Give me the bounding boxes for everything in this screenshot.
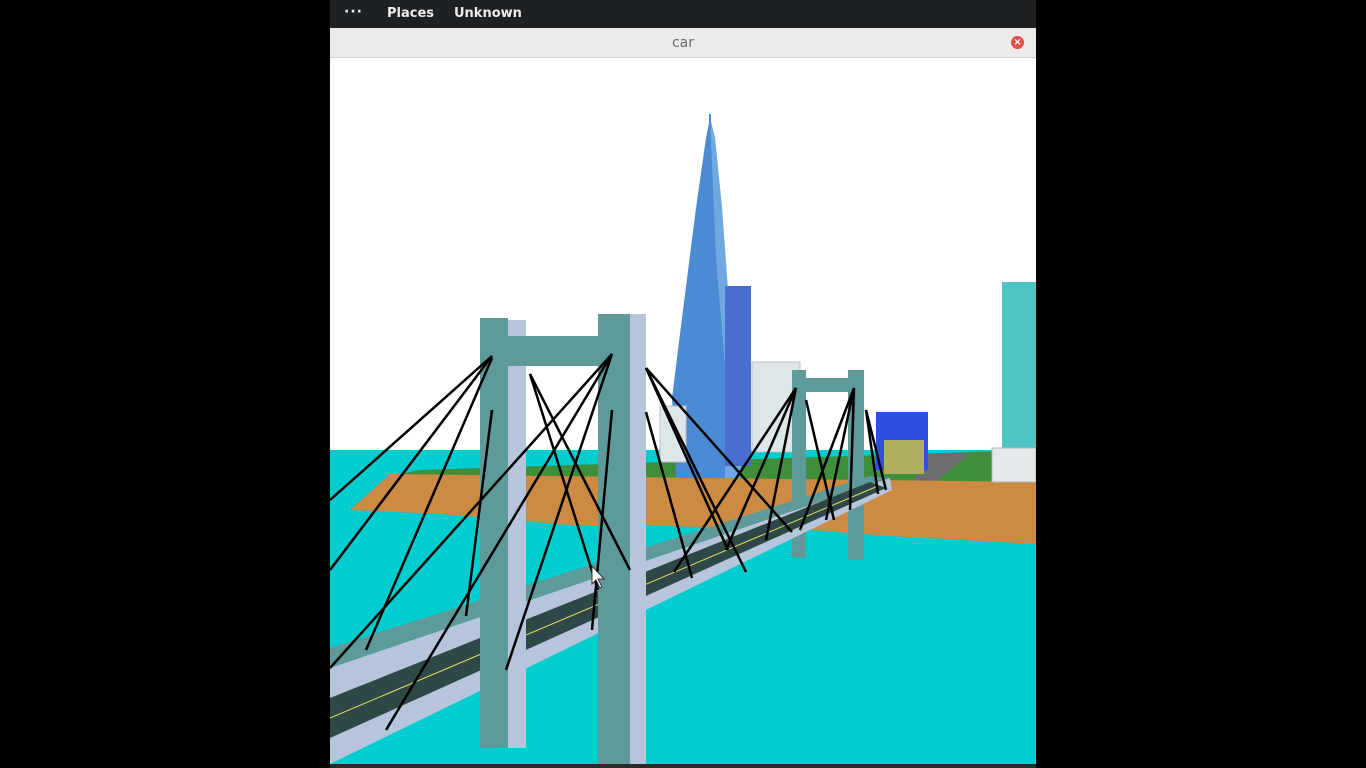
places-menu[interactable]: Places <box>387 6 434 21</box>
close-icon[interactable]: × <box>1011 36 1024 49</box>
right-low-building <box>991 447 1036 483</box>
top-panel: ··· Places Unknown <box>330 0 1036 28</box>
unknown-menu[interactable]: Unknown <box>454 6 522 21</box>
3d-viewport[interactable] <box>330 58 1036 764</box>
window-title: car <box>671 35 695 51</box>
window-titlebar: car × <box>330 28 1036 58</box>
app-window: car × <box>330 28 1036 764</box>
bottom-strip <box>330 764 1036 768</box>
ellipsis-icon[interactable]: ··· <box>344 4 363 20</box>
small-building <box>659 405 687 463</box>
olive-building <box>884 440 924 474</box>
teal-tower <box>1002 282 1036 458</box>
blue-tower <box>725 286 751 466</box>
